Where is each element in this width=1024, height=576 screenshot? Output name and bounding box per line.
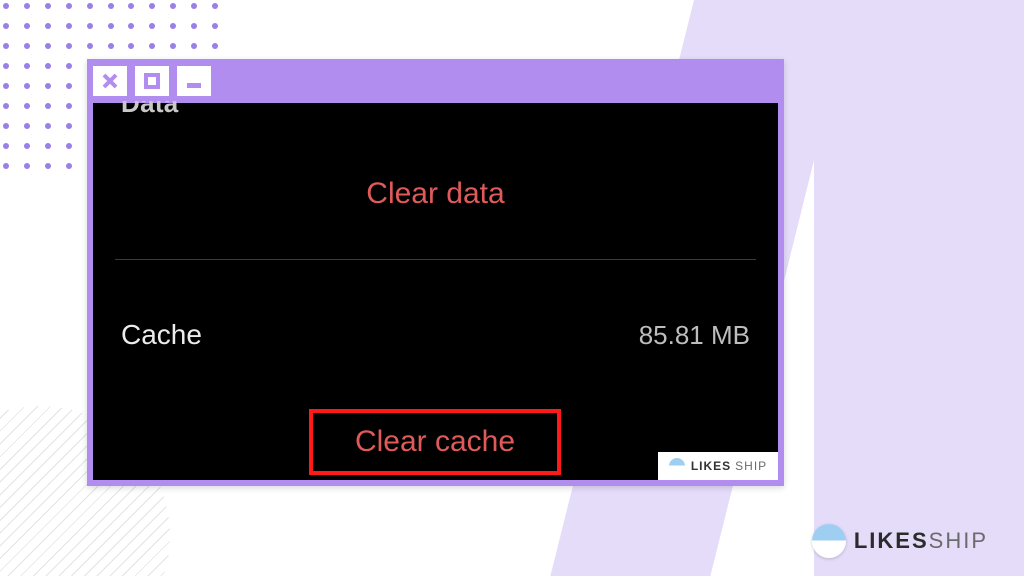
watermark-small: LIKES SHIP <box>658 452 778 480</box>
window-titlebar <box>87 59 784 103</box>
brand-text-part2: SHIP <box>735 459 767 473</box>
clear-data-button[interactable]: Clear data <box>93 177 778 211</box>
browser-window: Data Clear data Cache 85.81 MB Clear cac… <box>87 59 784 486</box>
maximize-icon <box>143 72 161 90</box>
close-icon <box>101 72 119 90</box>
cache-size-value: 85.81 MB <box>639 320 750 351</box>
brand-text-part2: SHIP <box>929 528 988 553</box>
background-slab <box>814 0 1024 576</box>
minimize-icon <box>185 72 203 90</box>
close-button[interactable] <box>93 66 127 96</box>
maximize-button[interactable] <box>135 66 169 96</box>
brand-logo-icon <box>669 458 685 474</box>
clear-cache-highlight-box: Clear cache <box>309 409 561 475</box>
app-storage-screen: Data Clear data Cache 85.81 MB Clear cac… <box>93 103 778 480</box>
section-divider <box>115 259 756 260</box>
minimize-button[interactable] <box>177 66 211 96</box>
cache-label: Cache <box>121 319 202 351</box>
brand-text-part1: LIKES <box>854 528 929 553</box>
brand-logo-icon <box>812 524 846 558</box>
brand-logo-large: LIKESSHIP <box>812 524 988 558</box>
data-row-label-cropped: Data <box>121 101 179 115</box>
clear-cache-button[interactable]: Clear cache <box>355 425 515 459</box>
brand-text-part1: LIKES <box>691 459 731 473</box>
cache-row: Cache 85.81 MB <box>121 319 750 351</box>
